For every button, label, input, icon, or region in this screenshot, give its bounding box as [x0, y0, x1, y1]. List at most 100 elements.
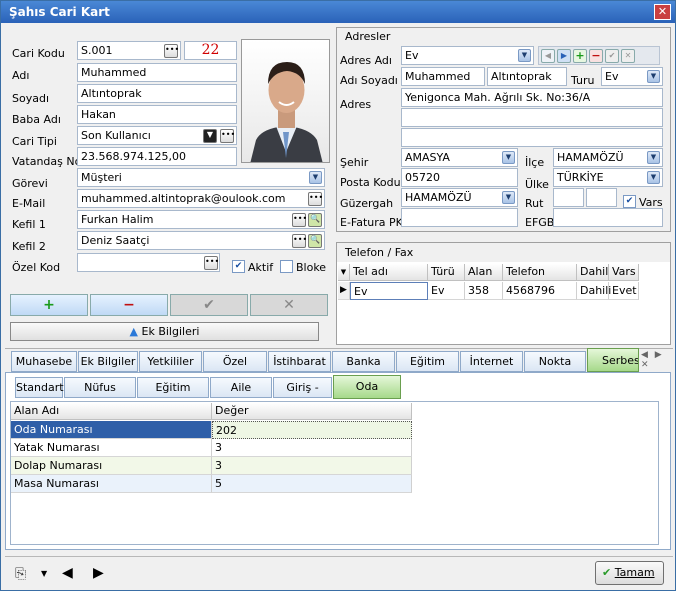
kefil-1-field[interactable]: Furkan Halim — [77, 210, 325, 229]
subtab-aile-bilgileri[interactable]: Aile Bilgileri — [210, 377, 272, 413]
vatandas-no-field[interactable]: 23.568.974.125,00 — [77, 147, 237, 166]
rut-field-2[interactable] — [586, 188, 617, 207]
cari-tipi-dropdown-icon[interactable]: ▼ — [203, 129, 217, 143]
vars-checkbox[interactable]: ✔ — [623, 195, 636, 208]
tab-nokta[interactable]: Nokta — [524, 351, 586, 372]
telefon-title: Telefon / Fax — [345, 246, 414, 259]
email-lookup-button[interactable]: ••• — [308, 192, 323, 206]
kefil-2-search-icon[interactable]: 🔍 — [308, 234, 322, 248]
subtab-nufus-bilgileri[interactable]: Nüfus Bilgileri — [64, 377, 136, 413]
close-button[interactable]: ✕ — [654, 4, 671, 20]
efatura-pk-field[interactable] — [401, 208, 518, 227]
adres-soyadi-field[interactable]: Altıntoprak — [487, 67, 567, 86]
clipboard-icon[interactable]: ⎘ — [15, 566, 26, 582]
subtab-giris-cikis[interactable]: Giriş - Çıkış — [273, 377, 332, 413]
table-row[interactable]: Dolap Numarası 3 — [11, 457, 412, 475]
col-deger[interactable]: Değer — [212, 403, 412, 420]
tab-muhasebe[interactable]: Muhasebe — [11, 351, 77, 372]
chevron-down-icon[interactable]: ▼ — [647, 151, 660, 164]
chevron-down-icon[interactable]: ▼ — [309, 171, 322, 184]
email-field[interactable]: muhammed.altintoprak@oulook.com — [77, 189, 325, 208]
tab-banka[interactable]: Banka — [332, 351, 395, 372]
kefil-1-lookup-button[interactable]: ••• — [292, 213, 307, 227]
aktif-checkbox[interactable]: ✔ — [232, 260, 245, 273]
adres-line-2[interactable] — [401, 108, 663, 127]
chevron-down-icon[interactable]: ▼ — [518, 49, 531, 62]
ilce-select[interactable]: HAMAMÖZÜ ▼ — [553, 148, 663, 167]
table-row[interactable]: Masa Numarası 5 — [11, 475, 412, 493]
cell-deger[interactable]: 5 — [212, 475, 412, 493]
cell-tel-adi[interactable]: Ev — [350, 282, 428, 300]
tamam-button[interactable]: ✔ Tamam — [595, 561, 664, 585]
col-telefon[interactable]: Telefon — [503, 264, 577, 281]
adres-adi-select[interactable]: Ev ▼ — [401, 46, 534, 65]
delete-button[interactable]: − — [90, 294, 168, 316]
col-tel-adi[interactable]: Tel adı — [350, 264, 428, 281]
profile-photo[interactable] — [241, 39, 330, 163]
col-vars[interactable]: Vars — [609, 264, 639, 281]
nav-next-icon[interactable]: ▶ — [557, 49, 571, 63]
add-button[interactable]: + — [10, 294, 88, 316]
chevron-down-icon[interactable]: ▼ — [647, 70, 660, 83]
bloke-label: Bloke — [296, 261, 327, 274]
ulke-select[interactable]: TÜRKİYE ▼ — [553, 168, 663, 187]
cell-deger[interactable]: 3 — [212, 439, 412, 457]
gorevi-select[interactable]: Müşteri ▼ — [77, 168, 325, 187]
subtab-oda-bilgileri[interactable]: Oda Bilgileri — [333, 375, 401, 415]
chevron-down-icon[interactable]: ▼ — [647, 171, 660, 184]
posta-kodu-field[interactable]: 05720 — [401, 168, 518, 187]
nav-first-icon[interactable]: ◀ — [541, 49, 555, 63]
cancel-button[interactable]: ✕ — [250, 294, 328, 316]
chevron-down-icon[interactable]: ▼ — [502, 191, 515, 204]
tab-serbest[interactable]: Serbest — [587, 348, 639, 372]
subtab-standart[interactable]: Standart — [15, 377, 64, 398]
tab-egitim[interactable]: Eğitim — [396, 351, 459, 372]
nav-cancel-icon[interactable]: ✕ — [621, 49, 635, 63]
window-title: Şahıs Cari Kart — [9, 5, 110, 19]
nav-confirm-icon[interactable]: ✔ — [605, 49, 619, 63]
arrow-left-icon[interactable]: ◀ — [62, 565, 73, 581]
kefil-2-field[interactable]: Deniz Saatçi — [77, 231, 325, 250]
baba-adi-field[interactable]: Hakan — [77, 105, 237, 124]
cari-kodu-lookup-button[interactable]: ••• — [164, 44, 179, 58]
ek-bilgileri-button[interactable]: ▲ Ek Bilgileri — [10, 322, 319, 341]
col-turu[interactable]: Türü — [428, 264, 465, 281]
table-row[interactable]: ▶ Ev Ev 358 4568796 Dahili Evet — [338, 282, 639, 300]
adi-field[interactable]: Muhammed — [77, 63, 237, 82]
col-alan[interactable]: Alan — [465, 264, 503, 281]
col-dahili[interactable]: Dahili — [577, 264, 611, 281]
col-alan-adi[interactable]: Alan Adı — [11, 403, 212, 420]
tab-internet[interactable]: İnternet — [460, 351, 523, 372]
table-row[interactable]: Oda Numarası 202 — [11, 421, 412, 439]
cell-deger[interactable]: 3 — [212, 457, 412, 475]
efgb-field[interactable] — [553, 208, 663, 227]
ozel-kod-field[interactable] — [77, 253, 220, 272]
arrow-right-icon[interactable]: ▶ — [93, 565, 104, 581]
turu-select[interactable]: Ev ▼ — [601, 67, 663, 86]
tab-scroll-arrows[interactable]: ◀ ▶ ✕ — [641, 350, 675, 370]
nav-delete-icon[interactable]: − — [589, 49, 603, 63]
soyadi-field[interactable]: Altıntoprak — [77, 84, 237, 103]
rut-field-1[interactable] — [553, 188, 584, 207]
cari-tipi-lookup-button[interactable]: ••• — [220, 129, 235, 143]
subtab-egitim-bilgileri[interactable]: Eğitim Bilgileri — [137, 377, 209, 413]
cell-deger[interactable]: 202 — [212, 421, 412, 439]
tab-ozel-gunler[interactable]: Özel Günler — [203, 351, 267, 387]
kefil-2-lookup-button[interactable]: ••• — [292, 234, 307, 248]
confirm-button[interactable]: ✔ — [170, 294, 248, 316]
sehir-select[interactable]: AMASYA ▼ — [401, 148, 518, 167]
nav-add-icon[interactable]: + — [573, 49, 587, 63]
tab-ek-bilgiler[interactable]: Ek Bilgiler — [78, 351, 138, 372]
tab-yetkililer[interactable]: Yetkililer — [139, 351, 202, 372]
chevron-down-icon[interactable]: ▼ — [41, 569, 47, 578]
adres-line-1[interactable]: Yenigonca Mah. Ağrılı Sk. No:36/A — [401, 88, 663, 107]
bloke-checkbox[interactable] — [280, 260, 293, 273]
table-row[interactable]: Yatak Numarası 3 — [11, 439, 412, 457]
chevron-down-icon[interactable]: ▼ — [502, 151, 515, 164]
ozel-kod-lookup-button[interactable]: ••• — [204, 256, 219, 270]
kefil-1-search-icon[interactable]: 🔍 — [308, 213, 322, 227]
adres-line-3[interactable] — [401, 128, 663, 147]
adres-adi-field[interactable]: Muhammed — [401, 67, 485, 86]
tab-istihbarat[interactable]: İstihbarat — [268, 351, 331, 372]
guzergah-select[interactable]: HAMAMÖZÜ ▼ — [401, 188, 518, 207]
